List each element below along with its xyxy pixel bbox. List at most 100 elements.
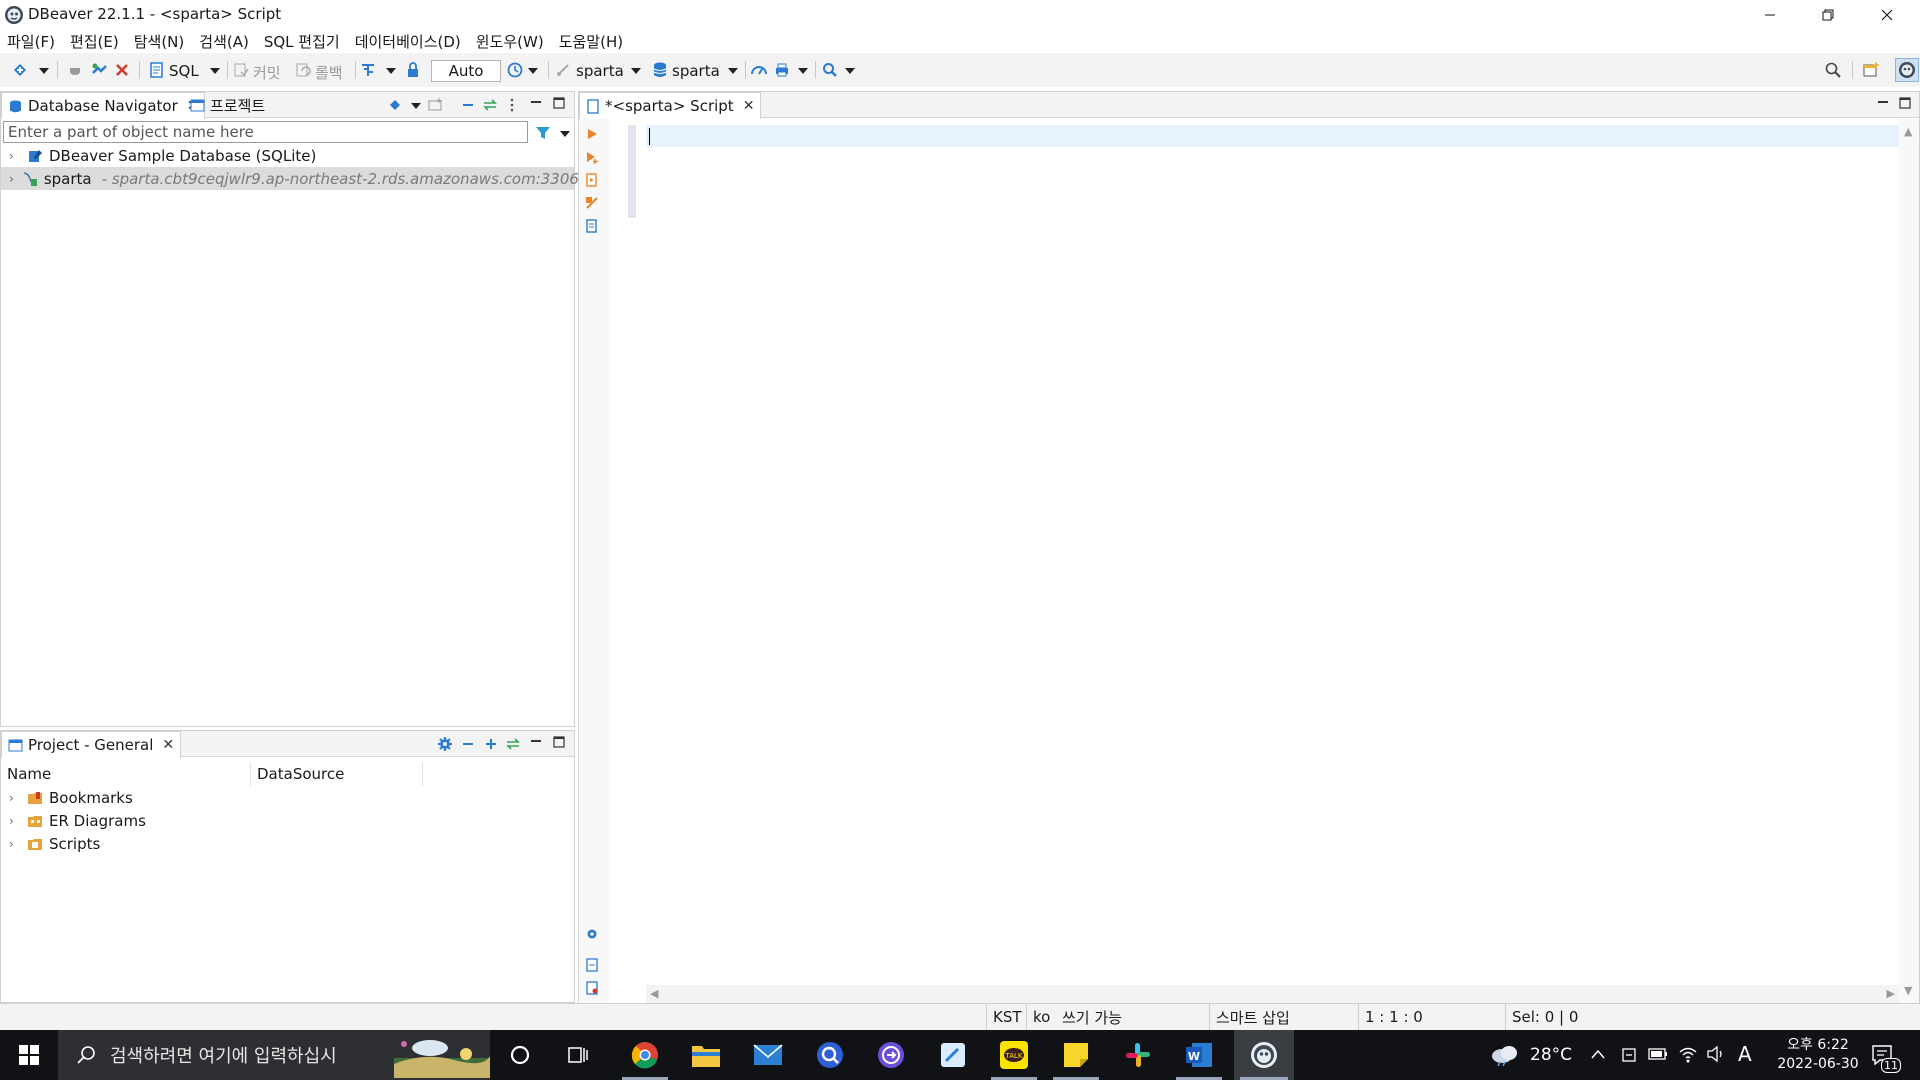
quick-search-icon[interactable] xyxy=(1824,61,1842,79)
tab-database-navigator[interactable]: Database Navigator ✕ xyxy=(1,92,206,119)
menu-navigate[interactable]: 탐색(N) xyxy=(134,31,185,52)
taskbar-chrome[interactable] xyxy=(616,1030,674,1080)
minimize-button[interactable] xyxy=(1741,0,1799,29)
taskbar-dbeaver[interactable] xyxy=(1234,1030,1294,1080)
new-folder-icon[interactable] xyxy=(428,97,444,113)
weather-temperature[interactable]: 28°C xyxy=(1530,1045,1572,1065)
rollback-icon[interactable] xyxy=(294,61,312,79)
lock-icon[interactable] xyxy=(404,61,422,79)
schema-dropdown-icon[interactable] xyxy=(728,68,738,74)
maximize-panel-icon[interactable] xyxy=(1899,97,1911,109)
taskbar-search-box[interactable]: 검색하려면 여기에 입력하십시 xyxy=(58,1030,490,1080)
restore-button[interactable] xyxy=(1799,0,1857,29)
new-connection-icon[interactable] xyxy=(11,61,29,79)
expand-chevron-icon[interactable]: › xyxy=(9,149,19,163)
clock-date[interactable]: 2022-06-30 xyxy=(1766,1056,1870,1072)
load-execution-plan-icon[interactable] xyxy=(585,219,599,233)
status-insert-mode[interactable]: 스마트 삽입 xyxy=(1209,1004,1357,1030)
connect-icon[interactable] xyxy=(90,61,108,79)
explain-plan-icon[interactable] xyxy=(585,196,599,210)
menu-window[interactable]: 윈도우(W) xyxy=(476,31,544,52)
open-perspective-icon[interactable] xyxy=(1862,61,1880,79)
scroll-left-icon[interactable]: ◀ xyxy=(650,987,658,1000)
close-tab-icon[interactable]: ✕ xyxy=(162,737,174,753)
scroll-right-icon[interactable]: ▶ xyxy=(1887,987,1895,1000)
tab-projects[interactable]: 프로젝트 xyxy=(184,92,271,118)
column-header-name[interactable]: Name xyxy=(1,762,251,786)
expand-chevron-icon[interactable]: › xyxy=(9,814,19,828)
new-connection-small-icon[interactable] xyxy=(387,97,403,113)
expand-chevron-icon[interactable]: › xyxy=(9,837,19,851)
tree-item-sample-database[interactable]: › DBeaver Sample Database (SQLite) xyxy=(1,144,574,167)
battery-icon[interactable] xyxy=(1648,1048,1668,1060)
navigator-menu-dropdown-icon[interactable] xyxy=(411,103,421,109)
disconnect-icon[interactable] xyxy=(113,61,131,79)
cortana-button[interactable] xyxy=(491,1030,549,1080)
rollback-label[interactable]: 롤백 xyxy=(315,62,343,83)
execute-in-new-tab-icon[interactable] xyxy=(585,150,599,164)
taskbar-app-c[interactable] xyxy=(801,1030,859,1080)
collapse-all-icon[interactable] xyxy=(460,736,476,752)
execution-log-icon[interactable] xyxy=(585,981,599,995)
tree-item-bookmarks[interactable]: › Bookmarks xyxy=(1,786,574,809)
input-method-indicator[interactable]: A xyxy=(1738,1042,1752,1066)
scroll-down-icon[interactable]: ▼ xyxy=(1904,984,1912,997)
task-view-button[interactable] xyxy=(549,1030,607,1080)
taskbar-file-explorer[interactable] xyxy=(677,1030,735,1080)
maximize-panel-icon[interactable] xyxy=(553,736,565,748)
active-schema-label[interactable]: sparta xyxy=(672,62,720,80)
weather-cloud-icon[interactable] xyxy=(1490,1042,1520,1066)
search-dropdown-icon[interactable] xyxy=(845,68,855,74)
sql-button-label[interactable]: SQL xyxy=(169,62,199,80)
commit-icon[interactable] xyxy=(232,61,250,79)
wifi-icon[interactable] xyxy=(1678,1045,1698,1063)
expand-chevron-icon[interactable]: › xyxy=(9,172,14,186)
collapse-all-icon[interactable] xyxy=(460,97,476,113)
history-icon[interactable] xyxy=(506,61,524,79)
dashboard-icon[interactable] xyxy=(750,61,768,79)
search-tool-icon[interactable] xyxy=(821,61,839,79)
close-tab-icon[interactable]: ✕ xyxy=(743,98,755,114)
tree-item-er-diagrams[interactable]: › ER Diagrams xyxy=(1,809,574,832)
tab-project-general[interactable]: Project - General ✕ xyxy=(1,731,182,758)
link-with-editor-icon[interactable] xyxy=(505,736,521,752)
connection-dropdown-icon[interactable] xyxy=(631,68,641,74)
expand-all-icon[interactable] xyxy=(483,736,499,752)
print-icon[interactable] xyxy=(773,61,791,79)
menu-database[interactable]: 데이터베이스(D) xyxy=(355,31,461,52)
menu-help[interactable]: 도움말(H) xyxy=(559,31,623,52)
meet-now-icon[interactable] xyxy=(1621,1046,1637,1064)
execute-statement-icon[interactable] xyxy=(585,127,599,141)
scroll-up-icon[interactable]: ▲ xyxy=(1904,125,1912,138)
menu-edit[interactable]: 편집(E) xyxy=(70,31,119,52)
link-with-editor-icon[interactable] xyxy=(482,97,498,113)
execute-script-icon[interactable] xyxy=(585,173,599,187)
view-menu-icon[interactable] xyxy=(509,97,515,113)
column-header-datasource[interactable]: DataSource xyxy=(251,762,423,786)
print-dropdown-icon[interactable] xyxy=(798,68,808,74)
schema-database-icon[interactable] xyxy=(651,61,669,79)
connection-selector-icon[interactable] xyxy=(554,61,572,79)
volume-icon[interactable] xyxy=(1706,1045,1726,1063)
output-panel-icon[interactable] xyxy=(585,958,599,972)
history-dropdown-icon[interactable] xyxy=(528,68,538,74)
active-connection-label[interactable]: sparta xyxy=(576,62,624,80)
menu-file[interactable]: 파일(F) xyxy=(7,31,55,52)
maximize-panel-icon[interactable] xyxy=(553,97,565,109)
start-button[interactable] xyxy=(0,1030,58,1080)
new-connection-dropdown-icon[interactable] xyxy=(39,68,49,74)
taskbar-sticky-notes[interactable] xyxy=(1047,1030,1105,1080)
tab-sparta-script[interactable]: *<sparta> Script ✕ xyxy=(579,92,762,119)
taskbar-kakaotalk[interactable]: TALK xyxy=(985,1030,1043,1080)
sql-dropdown-icon[interactable] xyxy=(210,68,220,74)
minimize-panel-icon[interactable] xyxy=(1877,97,1889,109)
dbeaver-perspective-icon[interactable] xyxy=(1895,58,1919,82)
menu-search[interactable]: 검색(A) xyxy=(199,31,249,52)
taskbar-app-arrow[interactable] xyxy=(862,1030,920,1080)
tree-item-sparta-connection[interactable]: › sparta - sparta.cbt9ceqjwlr9.ap-northe… xyxy=(1,167,579,190)
commit-label[interactable]: 커밋 xyxy=(253,62,281,83)
show-hidden-icons-chevron-icon[interactable] xyxy=(1590,1048,1606,1060)
close-window-button[interactable] xyxy=(1858,0,1916,29)
minimize-panel-icon[interactable] xyxy=(530,97,542,109)
expand-chevron-icon[interactable]: › xyxy=(9,791,19,805)
